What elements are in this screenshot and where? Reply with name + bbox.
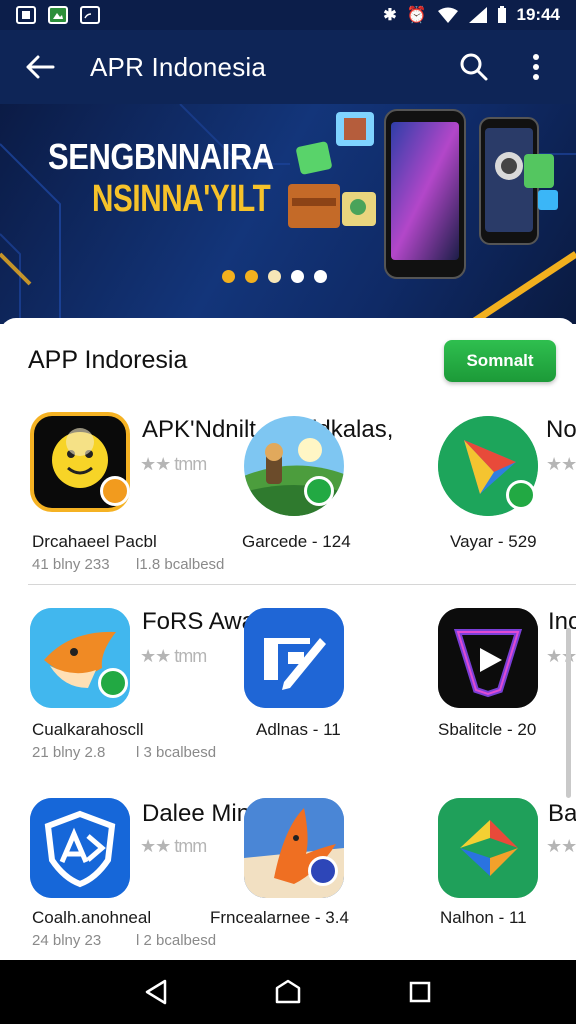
search-icon[interactable] bbox=[454, 47, 494, 87]
cast-icon bbox=[80, 6, 100, 24]
app-name: Cualkarahoscll bbox=[32, 720, 144, 739]
app-meta-size: l 3 bcalbesd bbox=[136, 744, 217, 761]
app-card[interactable]: Sbalitcle - 20 bbox=[436, 604, 576, 774]
page-title: APR Indonesia bbox=[90, 51, 267, 82]
system-nav-bar bbox=[0, 960, 576, 1024]
settings-badge-icon bbox=[308, 856, 338, 886]
app-name: Garcede - 124 bbox=[242, 532, 351, 551]
app-card[interactable]: Vayar - 529 bbox=[436, 410, 576, 580]
banner-headline: SENGBNNAIRA bbox=[48, 136, 274, 177]
nav-home-icon[interactable] bbox=[266, 970, 310, 1014]
app-meta-size: l1.8 bcalbesd bbox=[136, 556, 225, 573]
app-card[interactable]: Cualkarahoscll 21 blny 2.8 l 3 bcalbesd bbox=[28, 604, 216, 774]
app-card[interactable]: Drcahaeel Pacbl 41 blny 233 l1.8 bcalbes… bbox=[28, 410, 224, 580]
alarm-icon: ⏰ bbox=[406, 7, 427, 24]
app-card[interactable]: Frncealarnee - 3.4 bbox=[210, 794, 390, 960]
carousel-dot[interactable] bbox=[268, 270, 281, 283]
section-header: APP Indoresia Somnalt bbox=[0, 318, 576, 404]
play-shield-icon bbox=[438, 608, 538, 708]
signal-icon bbox=[468, 7, 487, 23]
nav-recents-icon[interactable] bbox=[398, 970, 442, 1014]
colorful-arrow-icon bbox=[438, 798, 538, 898]
carousel-dots bbox=[222, 270, 327, 283]
gallery-badge-icon bbox=[506, 480, 536, 510]
gallery-badge-icon bbox=[304, 476, 334, 506]
app-name: Sbalitcle - 20 bbox=[438, 720, 537, 739]
section-action-button[interactable]: Somnalt bbox=[444, 340, 556, 382]
app-card[interactable]: Coalh.anohneal 24 blny 23 l 2 bcalbesd bbox=[28, 794, 216, 960]
gallery-badge-icon bbox=[98, 668, 128, 698]
screenshot-icon bbox=[16, 6, 36, 24]
app-meta-size: l 2 bcalbesd bbox=[136, 932, 217, 949]
wifi-icon bbox=[437, 7, 458, 23]
app-name: Adlnas - 11 bbox=[256, 720, 341, 739]
gallery-icon bbox=[48, 6, 68, 24]
banner-subhead: NSINNA'YILT bbox=[92, 178, 271, 220]
screen: ✱ ⏰ 19:44 APR Indonesia SENGBNNAIRA NSIN… bbox=[0, 0, 576, 1024]
ad-shield-icon bbox=[30, 798, 130, 898]
status-left bbox=[16, 6, 100, 24]
scrollbar-thumb[interactable] bbox=[566, 628, 571, 798]
status-bar: ✱ ⏰ 19:44 bbox=[0, 0, 576, 30]
carousel-dot[interactable] bbox=[291, 270, 304, 283]
arrow-left-icon[interactable] bbox=[20, 47, 60, 87]
app-meta: 41 blny 233 bbox=[32, 556, 110, 573]
app-bar: APR Indonesia bbox=[0, 30, 576, 104]
app-bar-actions bbox=[454, 47, 556, 87]
app-name: Coalh.anohneal bbox=[32, 908, 152, 927]
app-card[interactable]: Garcede - 124 bbox=[240, 410, 390, 580]
app-name: Frncealarnee - 3.4 bbox=[210, 908, 349, 927]
edit-box-icon bbox=[244, 608, 344, 708]
app-name: Vayar - 529 bbox=[450, 532, 537, 551]
promo-banner[interactable]: SENGBNNAIRA NSINNA'YILT bbox=[0, 104, 576, 324]
app-card[interactable]: Adlnas - 11 bbox=[240, 604, 390, 774]
status-time: 19:44 bbox=[516, 5, 560, 24]
battery-icon bbox=[497, 6, 506, 23]
carousel-dot[interactable] bbox=[222, 270, 235, 283]
app-card[interactable]: Nalhon - 11 bbox=[436, 794, 576, 960]
carousel-dot[interactable] bbox=[314, 270, 327, 283]
section-title: APP Indoresia bbox=[28, 346, 188, 374]
bluetooth-icon: ✱ bbox=[383, 7, 397, 24]
carousel-dot[interactable] bbox=[245, 270, 258, 283]
app-list-sheet: APP Indoresia Somnalt APK'Ndnilt ddkalas… bbox=[0, 318, 576, 960]
app-meta: 24 blny 23 bbox=[32, 932, 102, 949]
status-right: ✱ ⏰ 19:44 bbox=[383, 5, 560, 25]
nav-back-icon[interactable] bbox=[134, 970, 178, 1014]
divider bbox=[28, 584, 576, 585]
more-vert-icon[interactable] bbox=[516, 47, 556, 87]
download-badge-icon bbox=[100, 476, 130, 506]
app-name: Drcahaeel Pacbl bbox=[32, 532, 157, 551]
app-meta: 21 blny 2.8 bbox=[32, 744, 106, 761]
app-name: Nalhon - 11 bbox=[440, 908, 527, 927]
